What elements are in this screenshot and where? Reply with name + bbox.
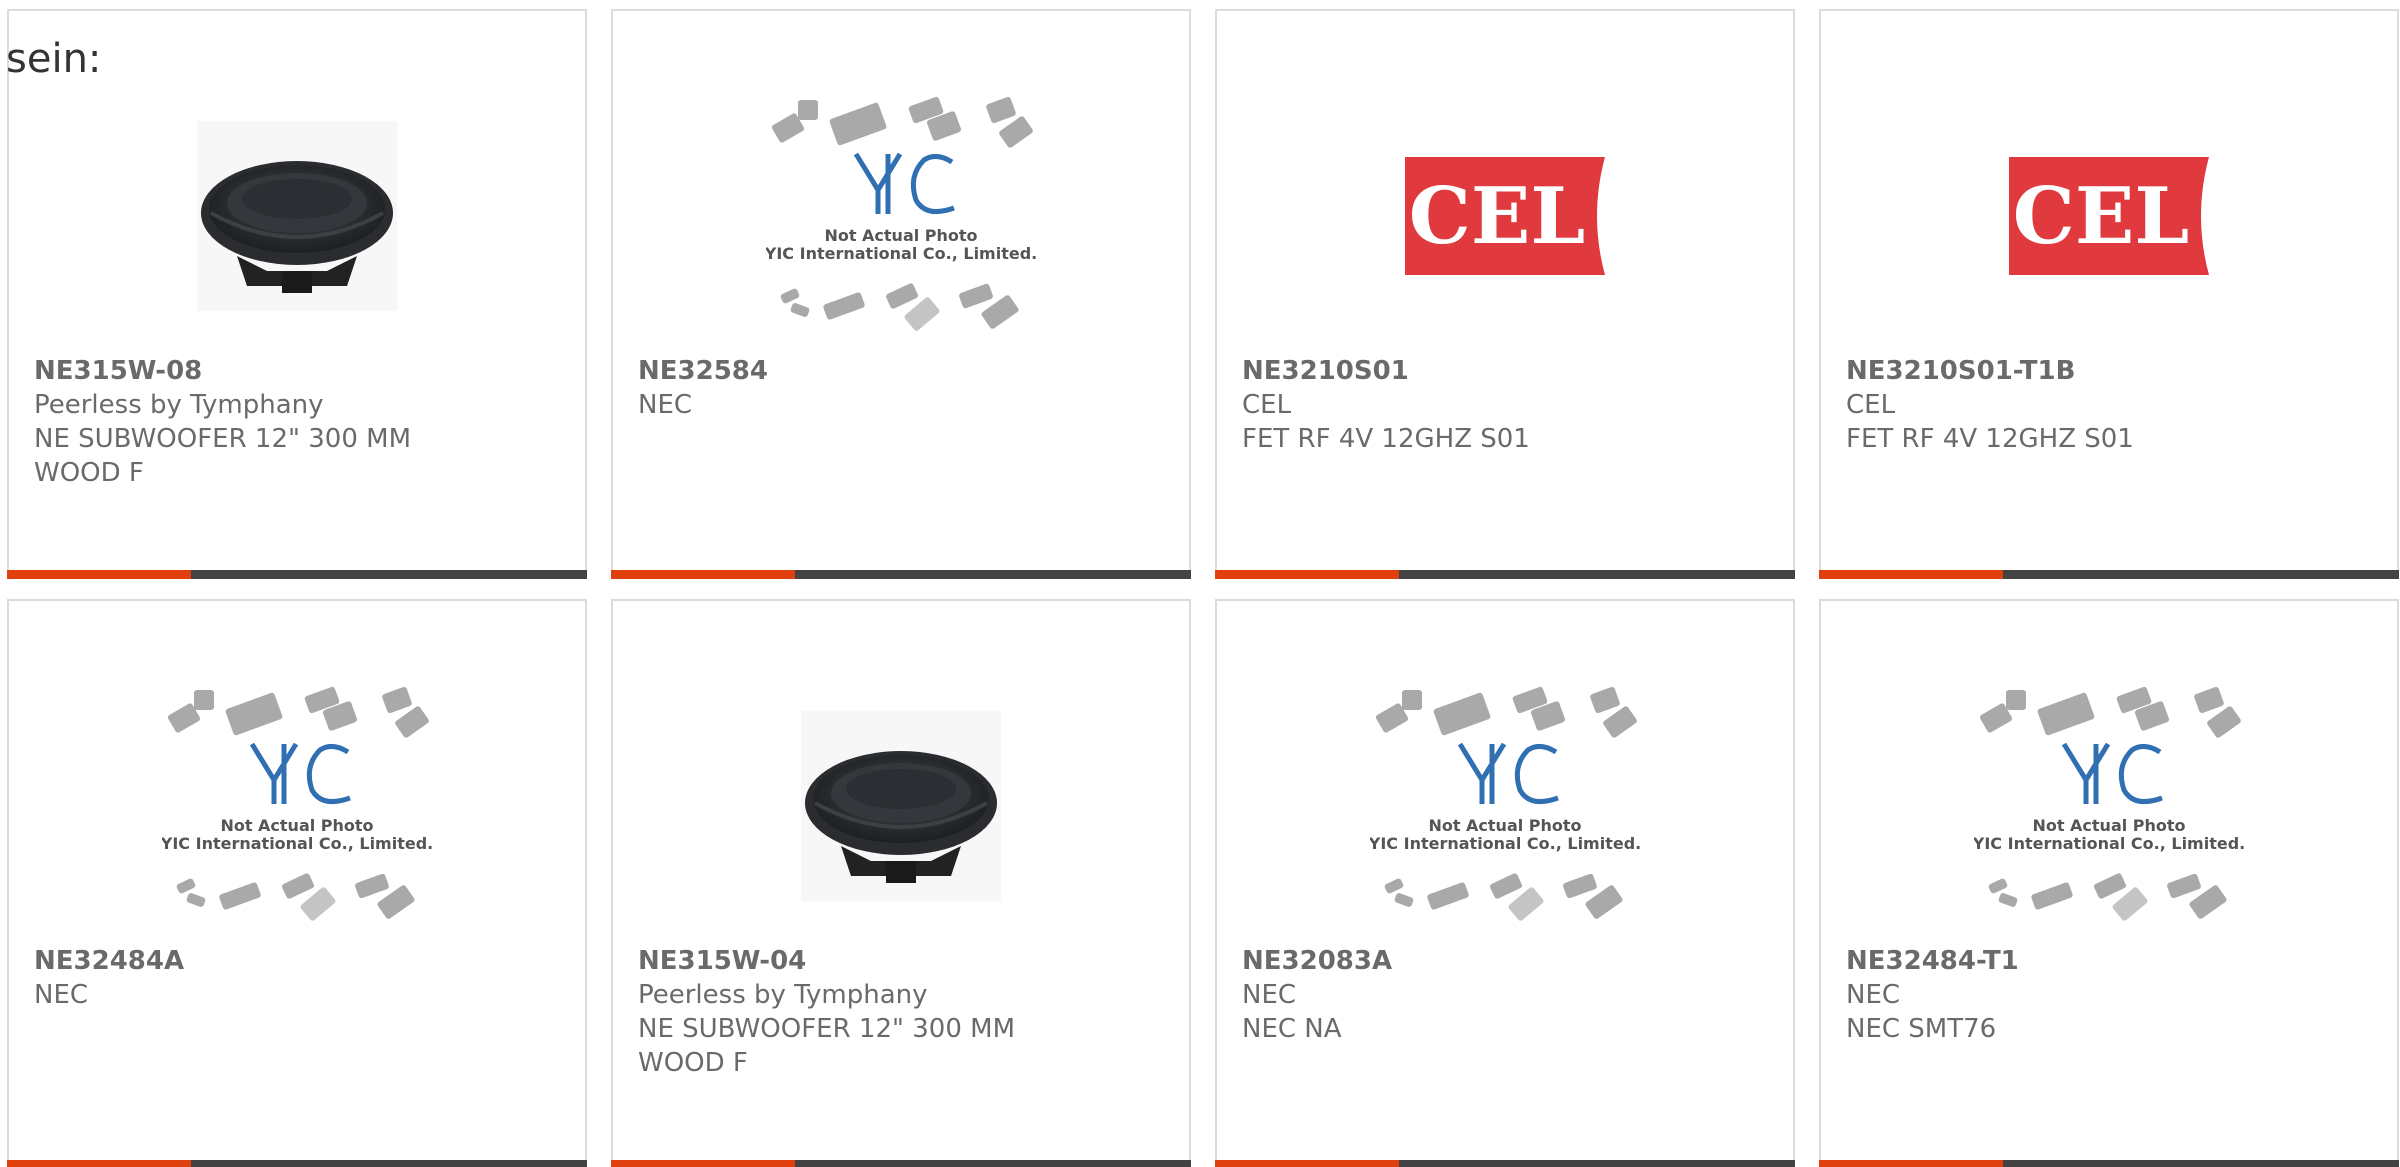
svg-text:YIC International Co., Limited: YIC International Co., Limited. [1370,834,1640,853]
part-number-link[interactable]: NE32484-T1 [1846,944,2377,978]
product-info: NE32083A NEC NEC NA [1242,944,1773,1046]
card-bottom-bar [611,1160,1191,1167]
card-bottom-bar [1215,570,1795,579]
product-card[interactable]: NE315W-04 Peerless by Tymphany NE SUBWOOFE… [611,599,1191,1167]
part-number-link[interactable]: NE3210S01 [1242,354,1773,388]
card-bottom-bar [1819,1160,2399,1167]
manufacturer: CEL [1242,390,1292,420]
product-image-placeholder[interactable]: Not Actual Photo YIC International Co., … [9,671,585,941]
card-accent-bar [611,1160,795,1167]
part-number-link[interactable]: NE32584 [638,354,1169,388]
product-image-placeholder[interactable]: Not Actual Photo YIC International Co., … [613,81,1189,351]
card-bottom-bar [7,570,587,579]
description-line: NEC NA [1242,1014,1342,1044]
part-number-link[interactable]: NE32083A [1242,944,1773,978]
manufacturer: CEL [1846,390,1896,420]
svg-text:Not Actual Photo: Not Actual Photo [824,226,977,245]
manufacturer: NEC [34,980,89,1010]
part-number-link[interactable]: NE315W-04 [638,944,1169,978]
card-accent-bar [611,570,795,579]
card-accent-bar [1215,570,1399,579]
description-line: NE SUBWOOFER 12" 300 MM [638,1014,1015,1044]
product-card[interactable]: Not Actual Photo YIC International Co., … [1215,599,1795,1167]
part-number-link[interactable]: NE32484A [34,944,565,978]
card-accent-bar [1215,1160,1399,1167]
card-accent-bar [1819,570,2003,579]
description-line: FET RF 4V 12GHZ S01 [1846,424,2134,454]
product-info: NE3210S01-T1B CEL FET RF 4V 12GHZ S01 [1846,354,2377,456]
product-grid: NE315W-08 Peerless by Tymphany NE SUBWOOFE… [7,9,2399,1167]
card-accent-bar [7,570,191,579]
product-card[interactable]: CEL NE3210S01 CEL FET RF 4V 12GHZ S01 [1215,9,1795,579]
card-accent-bar [7,1160,191,1167]
description-line: NE SUBWOOFER 12" 300 MM [34,424,411,454]
manufacturer: NEC [1846,980,1901,1010]
card-bottom-bar [611,570,1191,579]
manufacturer: Peerless by Tymphany [34,390,324,420]
product-card[interactable]: Not Actual Photo YIC International Co., … [7,599,587,1167]
svg-text:YIC International Co., Limited: YIC International Co., Limited. [766,244,1036,263]
product-image-cel-logo[interactable]: CEL [1821,81,2397,351]
product-info: NE32484-T1 NEC NEC SMT76 [1846,944,2377,1046]
svg-text:Not Actual Photo: Not Actual Photo [2032,816,2185,835]
description-line: WOOD F [638,1048,748,1078]
svg-text:YIC International Co., Limited: YIC International Co., Limited. [162,834,432,853]
card-bottom-bar [7,1160,587,1167]
svg-text:YIC International Co., Limited: YIC International Co., Limited. [1974,834,2244,853]
svg-text:Not Actual Photo: Not Actual Photo [220,816,373,835]
manufacturer: NEC [1242,980,1297,1010]
svg-text:Not Actual Photo: Not Actual Photo [1428,816,1581,835]
product-info: NE32484A NEC [34,944,565,1012]
card-bottom-bar [1215,1160,1795,1167]
manufacturer: NEC [638,390,693,420]
svg-text:CEL: CEL [2013,171,2189,262]
product-image-placeholder[interactable]: Not Actual Photo YIC International Co., … [1217,671,1793,941]
product-image-speaker[interactable] [613,671,1189,941]
product-image-speaker[interactable] [9,81,585,351]
product-info: NE315W-08 Peerless by Tymphany NE SUBWOOFE… [34,354,565,490]
part-number-link[interactable]: NE315W-08 [34,354,565,388]
product-card[interactable]: NE315W-08 Peerless by Tymphany NE SUBWOOFE… [7,9,587,579]
product-image-cel-logo[interactable]: CEL [1217,81,1793,351]
part-number-link[interactable]: NE3210S01-T1B [1846,354,2377,388]
product-card[interactable]: CEL NE3210S01-T1B CEL FET RF 4V 12GHZ S01 [1819,9,2399,579]
product-image-placeholder[interactable]: Not Actual Photo YIC International Co., … [1821,671,2397,941]
product-listing-page: sein: NE315W-08 Peerless by Tymphany NE SU… [0,0,2400,1167]
product-info: NE32584 NEC [638,354,1169,422]
manufacturer: Peerless by Tymphany [638,980,928,1010]
product-card[interactable]: Not Actual Photo YIC International Co., … [1819,599,2399,1167]
product-card[interactable]: Not Actual Photo YIC International Co., … [611,9,1191,579]
description-line: NEC SMT76 [1846,1014,1997,1044]
card-accent-bar [1819,1160,2003,1167]
svg-text:CEL: CEL [1409,171,1585,262]
product-info: NE315W-04 Peerless by Tymphany NE SUBWOOFE… [638,944,1169,1080]
product-info: NE3210S01 CEL FET RF 4V 12GHZ S01 [1242,354,1773,456]
card-bottom-bar [1819,570,2399,579]
description-line: WOOD F [34,458,144,488]
intro-text: sein: [6,36,102,82]
description-line: FET RF 4V 12GHZ S01 [1242,424,1530,454]
